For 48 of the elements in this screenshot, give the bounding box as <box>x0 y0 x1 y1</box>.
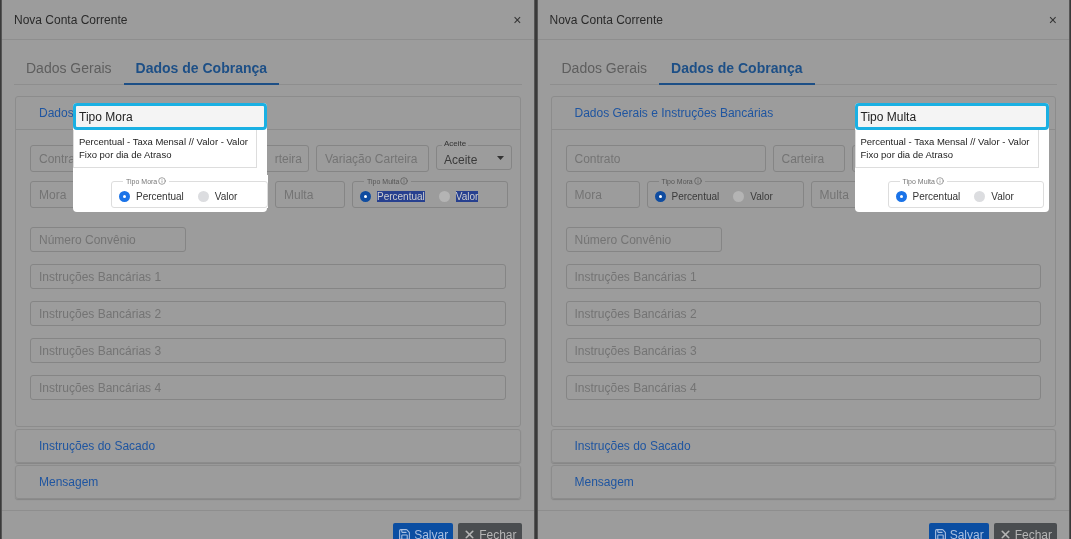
radio-label: Valor <box>455 190 479 202</box>
caret-icon <box>497 155 504 160</box>
section-title[interactable]: Mensagem <box>39 475 99 489</box>
info-icon <box>693 177 702 185</box>
tab[interactable]: Dados de Cobrança <box>659 52 815 85</box>
tab[interactable]: Dados Gerais <box>549 52 660 85</box>
tab[interactable]: Dados de Cobrança <box>123 52 280 85</box>
field-label: Aceite <box>442 139 469 149</box>
radio-button[interactable] <box>733 190 745 202</box>
close-button[interactable]: × <box>1048 11 1057 28</box>
radio-label: Valor <box>750 190 773 202</box>
save-button[interactable]: Salvar <box>928 523 989 539</box>
info-icon <box>935 177 944 185</box>
tab[interactable]: Dados Gerais <box>14 52 124 85</box>
save-icon <box>933 528 947 539</box>
tooltip-text: Percentual - Taxa Mensal // Valor - Valor Fixo por dia de Atraso <box>854 130 1039 168</box>
radio-button[interactable] <box>119 190 130 202</box>
radio-label: Valor <box>214 190 238 202</box>
radio-button[interactable] <box>654 190 666 202</box>
radio-label: Percentual <box>912 190 961 202</box>
tooltip-text: Percentual - Taxa Mensal // Valor - Valor Fixo por dia de Atraso <box>73 130 257 168</box>
radio-label: Percentual <box>136 190 184 202</box>
select-field[interactable]: Aceite Aceite <box>436 139 512 170</box>
save-icon <box>398 528 412 539</box>
close-button[interactable]: × <box>513 11 522 28</box>
dialog-title: Nova Conta Corrente <box>14 12 128 27</box>
close-button[interactable]: Fechar <box>993 523 1057 539</box>
info-icon <box>400 177 409 185</box>
section-title[interactable]: Mensagem <box>574 475 634 489</box>
radio-button[interactable] <box>197 190 209 202</box>
radio-button[interactable] <box>438 190 450 202</box>
tooltip-title: Tipo Mora <box>73 103 267 130</box>
radio-button[interactable] <box>974 190 986 202</box>
radio-button[interactable] <box>360 190 371 202</box>
radio-label: Valor <box>991 190 1014 202</box>
save-button[interactable]: Salvar <box>393 523 454 539</box>
radio-label: Percentual <box>377 190 425 202</box>
section-title[interactable]: Dados <box>39 106 74 120</box>
info-icon <box>158 177 167 185</box>
section-title[interactable]: Instruções do Sacado <box>39 439 156 453</box>
dialog-title: Nova Conta Corrente <box>549 12 663 27</box>
close-button[interactable]: Fechar <box>458 523 522 539</box>
close-icon <box>998 528 1012 539</box>
section-title[interactable]: Dados Gerais e Instruções Bancárias <box>574 106 774 120</box>
tooltip-title: Tipo Multa <box>854 103 1049 130</box>
radio-label: Percentual <box>671 190 720 202</box>
radio-button[interactable] <box>895 190 907 202</box>
section-title[interactable]: Instruções do Sacado <box>574 439 691 453</box>
